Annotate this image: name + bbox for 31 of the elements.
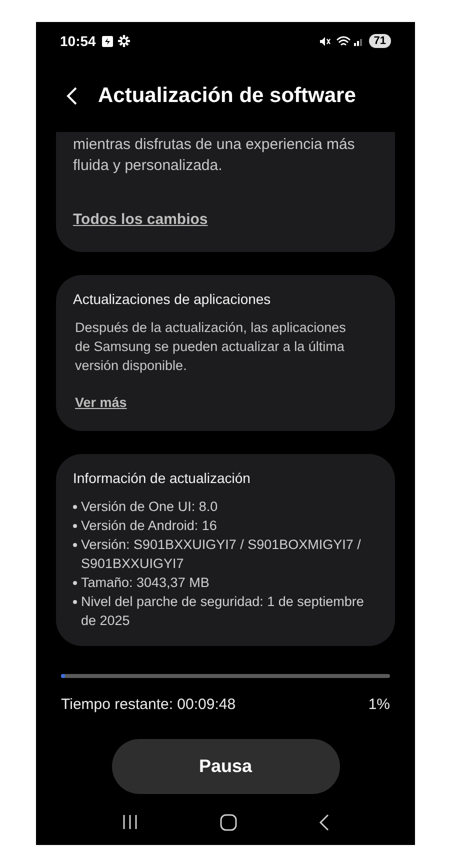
bullet-icon: [73, 600, 77, 604]
notification-icon: [102, 36, 113, 46]
card-text: mientras disfrutas de una experiencia más fluida y personalizada.: [73, 135, 356, 176]
back-nav-icon[interactable]: [319, 814, 329, 830]
info-item: Versión de One UI: 8.0: [81, 498, 218, 516]
time-remaining: Tiempo restante: 00:09:48: [61, 695, 236, 715]
home-icon[interactable]: [220, 814, 237, 830]
gear-icon: [118, 35, 130, 47]
card-title: Actualizaciones de aplicaciones: [73, 290, 272, 309]
info-item: Nivel del parche de seguridad: 1 de septiembre de 2025: [81, 593, 365, 630]
progress-percent: 1%: [368, 695, 390, 715]
wifi-icon: [336, 36, 351, 46]
card-link[interactable]: Ver más: [73, 393, 129, 414]
mute-icon: [318, 36, 331, 46]
status-time: 10:54: [60, 32, 96, 50]
bullet-icon: [73, 581, 77, 585]
signal-icon: [354, 36, 364, 46]
recent-apps-icon[interactable]: [122, 814, 138, 830]
bullet-icon: [73, 543, 77, 547]
back-icon: [66, 86, 78, 106]
bullet-icon: [73, 505, 77, 509]
pause-button[interactable]: Pausa: [112, 738, 340, 794]
bullet-icon: [73, 524, 77, 528]
card-title: Información de actualización: [73, 469, 252, 488]
battery-indicator: 71: [368, 34, 391, 48]
info-item: Versión de Android: 16: [81, 517, 217, 535]
info-item: Tamaño: 3043,37 MB: [81, 574, 210, 592]
page-title: Actualización de software: [98, 83, 356, 110]
card-text: Después de la actualización, las aplicaciones de Samsung se pueden actualizar a la última versión disponible.: [74, 319, 347, 375]
card-link[interactable]: Todos los cambios: [73, 209, 208, 232]
info-item: Versión: S901BXXUIGYI7 / S901BOXMIGYI7 / S901BXXUIGYI7: [81, 536, 362, 573]
